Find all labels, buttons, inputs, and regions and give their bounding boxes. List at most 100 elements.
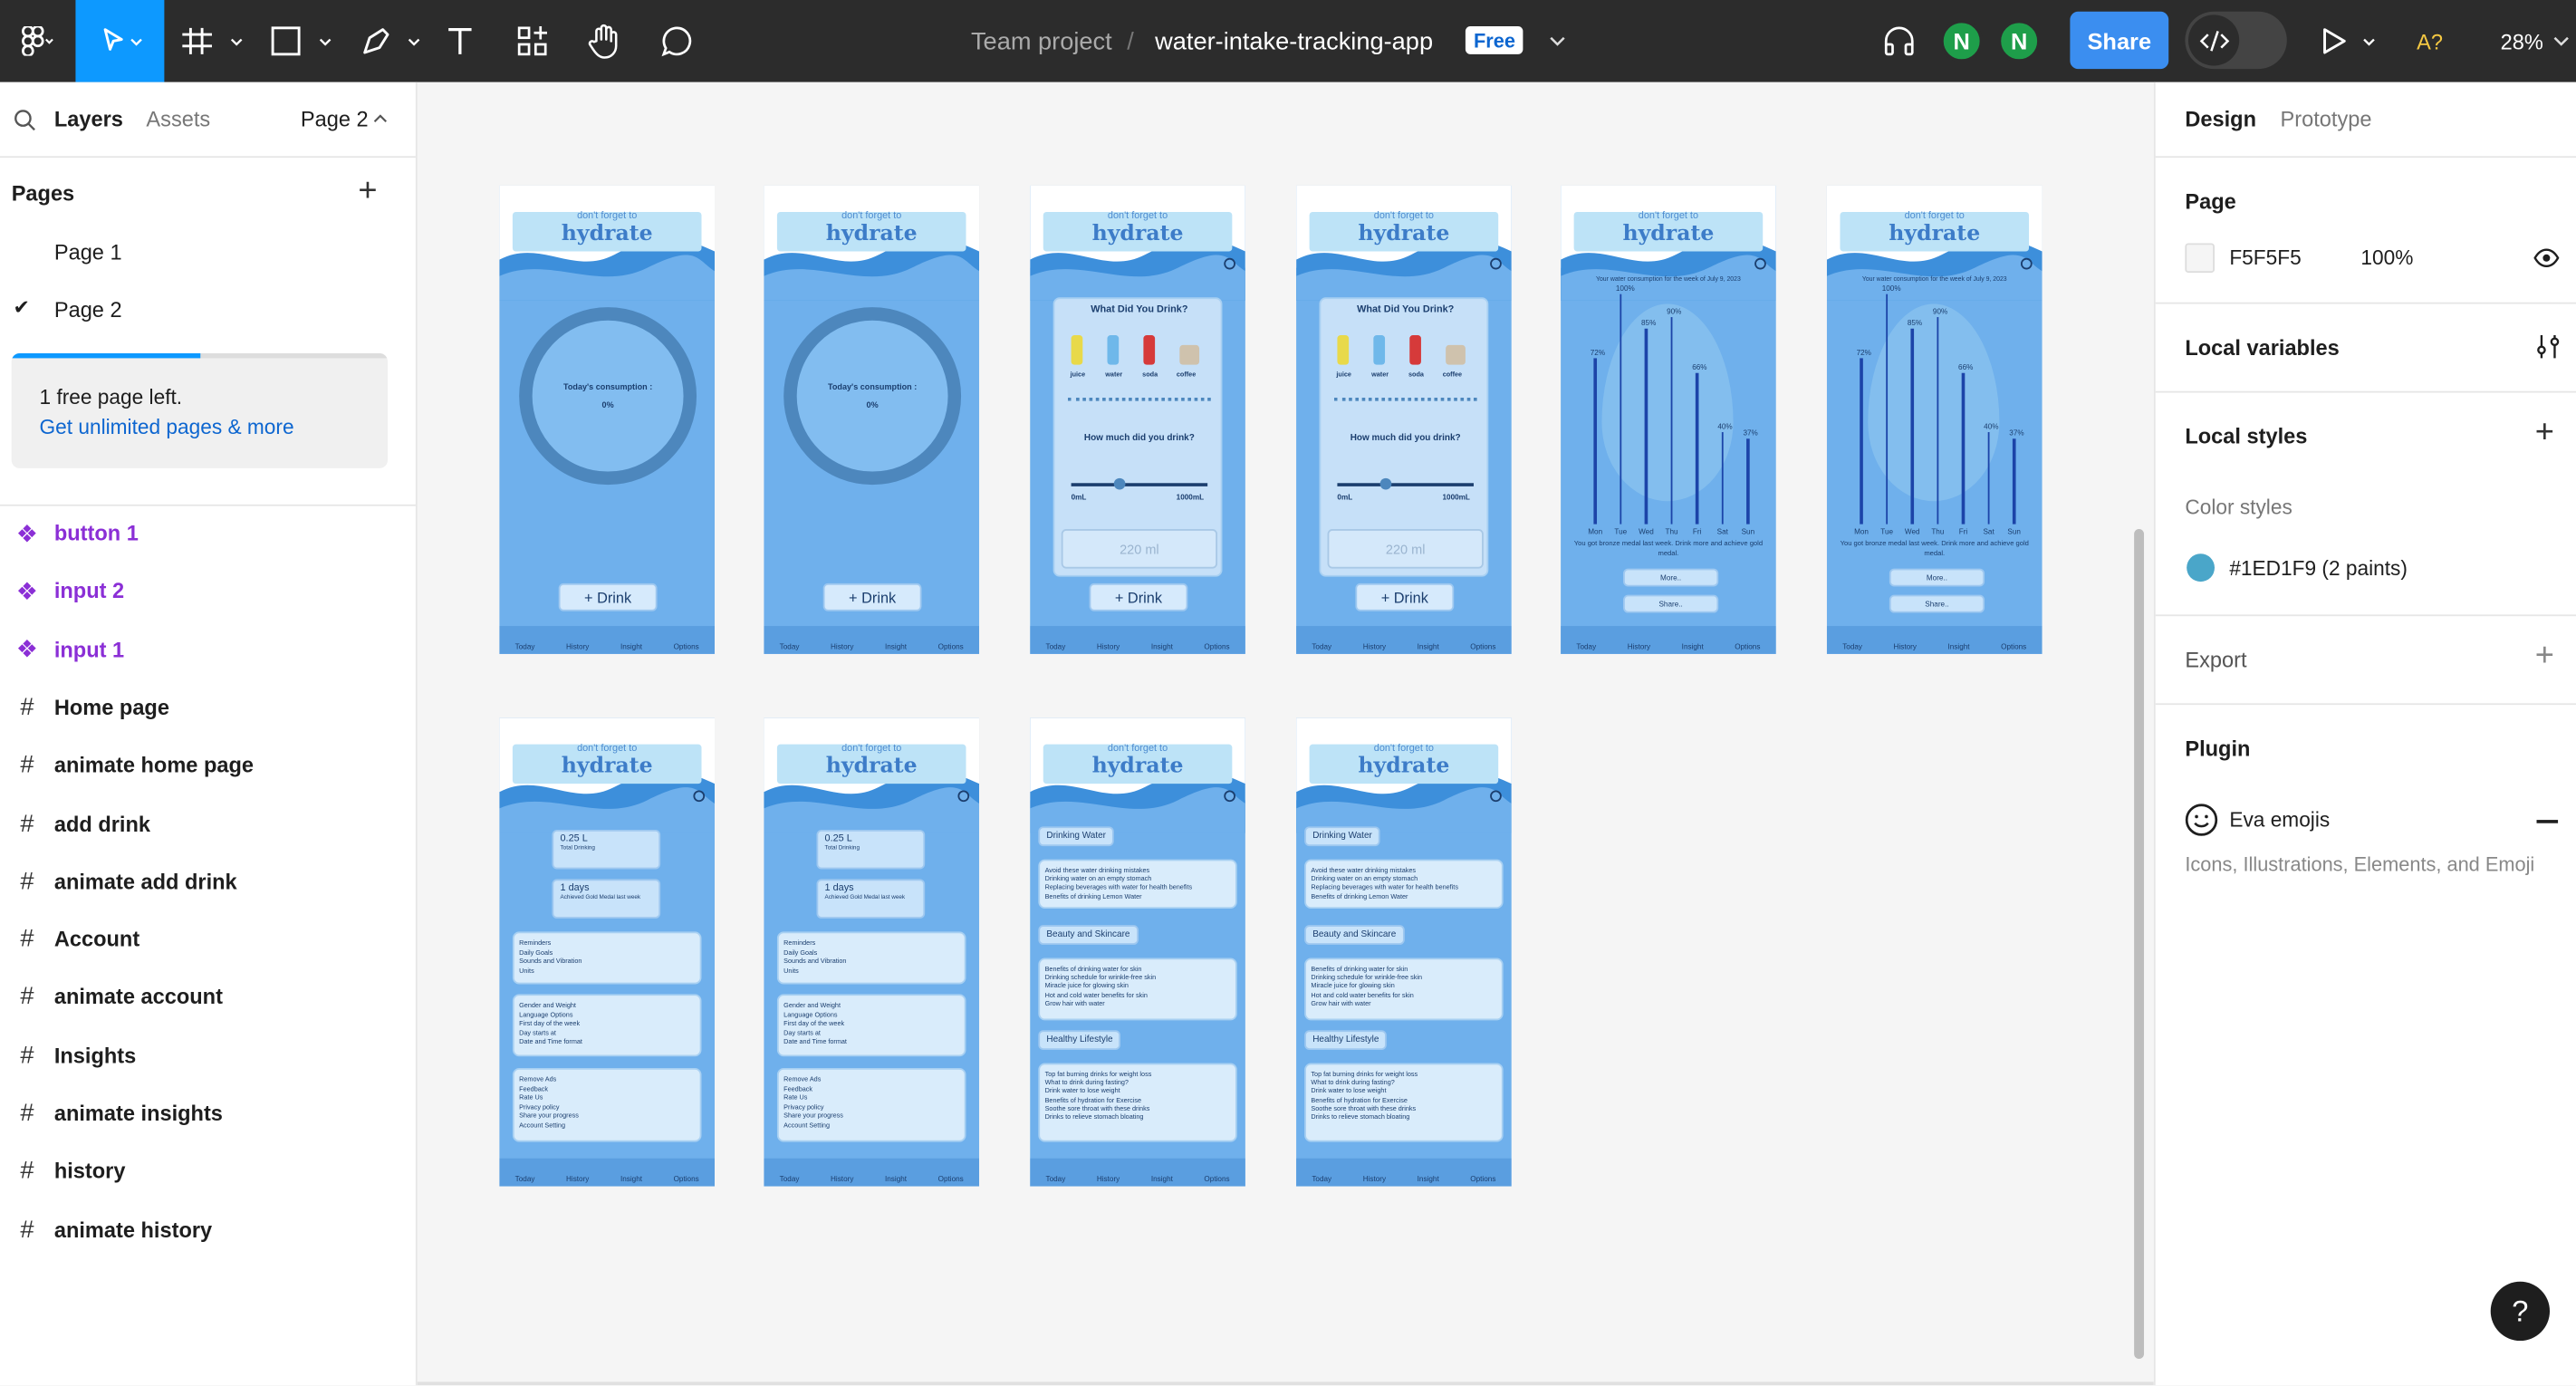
mock-insight-heading: Healthy Lifestyle (1304, 1030, 1388, 1051)
layer-item[interactable]: # animate history (0, 1200, 416, 1257)
mock-insight-item: Avoid these water drinking mistakes (1044, 865, 1150, 874)
move-tool-button[interactable] (75, 0, 165, 82)
shape-tool-button[interactable] (263, 0, 338, 82)
frame-insights[interactable]: don't forget to hydrate Drinking Water Avoi… (1030, 717, 1245, 1187)
page-opacity-value[interactable]: 100% (2360, 246, 2413, 269)
rectangle-icon (271, 26, 332, 56)
chevron-up-icon[interactable] (373, 113, 388, 125)
page-color-value[interactable]: F5F5F5 (2229, 246, 2301, 269)
page-item[interactable]: ✔ Page 2 (0, 284, 416, 333)
add-style-button[interactable]: + (2535, 416, 2554, 448)
project-name[interactable]: Team project (971, 0, 1112, 82)
layer-item[interactable]: ❖ input 2 (0, 563, 416, 620)
file-menu-chevron[interactable] (1541, 0, 1573, 82)
mock-history-day: Sun (1741, 527, 1755, 536)
remove-plugin-button[interactable] (2536, 820, 2559, 823)
mock-tab-bar: Today History Insight Options (1296, 626, 1512, 654)
mock-history-bar (1746, 438, 1749, 525)
mock-insight-item: Drinks to relieve stomach bloating (1044, 1112, 1144, 1121)
layer-item[interactable]: # animate home page (0, 736, 416, 794)
tab-layers[interactable]: Layers (54, 107, 123, 131)
mock-card: Gender and Weight Language Options First d… (512, 994, 702, 1057)
frame-home[interactable]: don't forget to hydrate Today's consumptio… (499, 185, 716, 654)
frame-account[interactable]: don't forget to hydrate 0.25 L Total Drinki… (764, 717, 980, 1187)
plan-badge[interactable]: Free (1465, 26, 1524, 54)
search-icon[interactable] (14, 109, 36, 131)
layer-item[interactable]: # animate account (0, 968, 416, 1025)
layer-label: input 2 (53, 578, 125, 604)
layer-item[interactable]: ❖ button 1 (0, 505, 416, 562)
mock-card-line: Language Options (783, 1009, 838, 1018)
mock-card-line: Privacy policy (519, 1102, 560, 1111)
file-name[interactable]: water-intake-tracking-app (1155, 0, 1433, 82)
layer-item[interactable]: # Home page (0, 679, 416, 736)
frame-history[interactable]: don't forget to hydrate Your water consump… (1561, 185, 1776, 654)
layer-item[interactable]: # animate add drink (0, 852, 416, 910)
layer-item[interactable]: # add drink (0, 794, 416, 852)
help-button[interactable]: ? (2490, 1281, 2551, 1342)
pen-tool-button[interactable] (351, 0, 427, 82)
eye-icon[interactable] (2533, 248, 2560, 268)
mock-tab-label: Insight (884, 642, 908, 651)
hand-tool-button[interactable] (582, 0, 628, 82)
color-style-item[interactable]: #1ED1F9 (2 paints) (2156, 539, 2576, 595)
mock-tab-label: Today (779, 1174, 800, 1183)
mock-history-day: Mon (1588, 527, 1603, 536)
mock-history-bar (1910, 328, 1914, 525)
frame-tool-button[interactable] (174, 0, 249, 82)
layer-item[interactable]: # Account (0, 910, 416, 967)
audio-button[interactable] (1876, 0, 1922, 82)
present-button[interactable] (2316, 0, 2382, 82)
mock-card-text: Gender and Weight Language Options First d… (514, 996, 700, 1051)
quota-text: 1 free page left. (39, 386, 183, 409)
mock-banner-word: hydrate (1358, 221, 1450, 247)
frame-home[interactable]: don't forget to hydrate Today's consumptio… (764, 185, 980, 654)
dev-mode-toggle[interactable] (2185, 11, 2287, 70)
frame-icon: # (20, 1041, 34, 1070)
comment-icon (661, 26, 692, 57)
layer-label: Home page (53, 695, 169, 720)
frame-insights[interactable]: don't forget to hydrate Drinking Water Avoi… (1296, 717, 1512, 1187)
frame-account[interactable]: don't forget to hydrate 0.25 L Total Drinki… (499, 717, 716, 1187)
main-menu-button[interactable] (0, 0, 75, 82)
mock-insight-item: Drink water to lose weight (1044, 1086, 1120, 1095)
mock-divider-wave (1333, 397, 1477, 402)
frame-history[interactable]: don't forget to hydrate Your water consump… (1826, 185, 2043, 654)
vertical-scrollbar[interactable] (2134, 529, 2145, 1360)
plugin-name[interactable]: Eva emojis (2229, 808, 2330, 831)
mock-card-line: Feedback (783, 1083, 813, 1092)
layer-item[interactable]: # history (0, 1142, 416, 1199)
page-color-swatch[interactable] (2185, 243, 2216, 274)
mock-history-bar (1961, 371, 1965, 525)
comment-tool-button[interactable] (654, 0, 700, 82)
upgrade-link[interactable]: Get unlimited pages & more (40, 416, 294, 438)
mock-banner: don't forget to hydrate (1043, 211, 1233, 252)
add-page-button[interactable]: + (358, 174, 377, 207)
frame-add[interactable]: don't forget to hydrate What Did You Drink… (1296, 185, 1512, 654)
mock-history-bar (1644, 328, 1648, 525)
local-variables-title[interactable]: Local variables (2185, 335, 2339, 360)
tab-assets[interactable]: Assets (146, 107, 210, 131)
zoom-chevron[interactable] (2550, 0, 2572, 82)
zoom-level[interactable]: 28% (2501, 0, 2543, 82)
variables-settings-icon[interactable] (2535, 333, 2562, 360)
accessibility-badge[interactable]: A? (2417, 0, 2443, 82)
mock-slider-thumb (1113, 477, 1126, 490)
page-selector[interactable]: Page 2 (301, 107, 369, 131)
page-item[interactable]: Page 1 (0, 226, 416, 275)
avatar[interactable]: N (1940, 19, 1984, 63)
mock-banner-word: hydrate (1622, 221, 1715, 247)
share-button[interactable]: Share (2070, 11, 2169, 70)
layer-item[interactable]: ❖ input 1 (0, 621, 416, 678)
tab-design[interactable]: Design (2185, 107, 2256, 131)
layer-item[interactable]: # animate insights (0, 1084, 416, 1141)
add-export-button[interactable]: + (2535, 640, 2554, 672)
text-tool-button[interactable] (437, 0, 483, 82)
canvas[interactable]: Home pagedon't forget tohydrateToday's c… (417, 82, 2154, 1386)
color-style-swatch (2187, 553, 2216, 582)
avatar[interactable]: N (1997, 19, 2041, 63)
tab-prototype[interactable]: Prototype (2281, 107, 2372, 131)
resources-tool-button[interactable] (509, 0, 555, 82)
frame-add[interactable]: don't forget to hydrate What Did You Drink… (1030, 185, 1245, 654)
layer-item[interactable]: # Insights (0, 1026, 416, 1083)
